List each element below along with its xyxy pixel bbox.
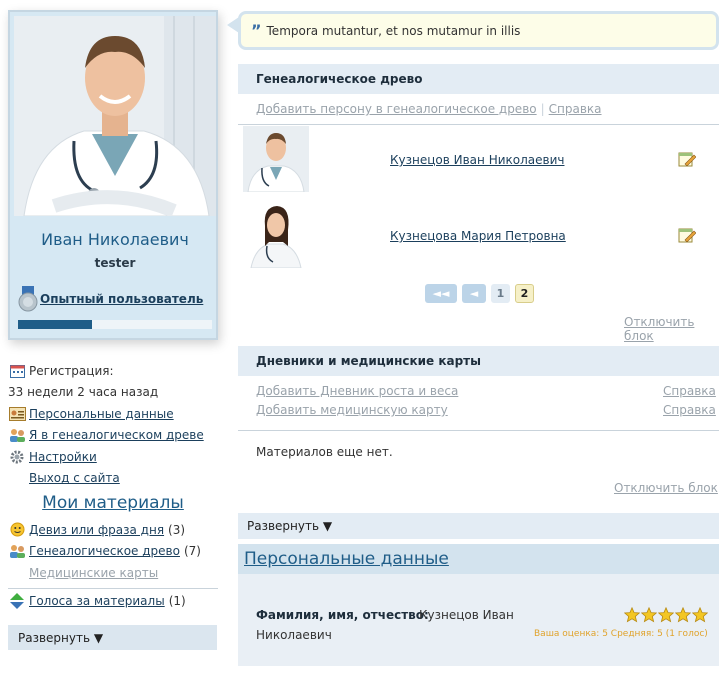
sidebar-item-count: (3) xyxy=(168,522,186,537)
pager-prev-button[interactable]: ◄ xyxy=(462,284,486,303)
quote-mark-icon: ” xyxy=(251,21,262,40)
sidebar-item-settings[interactable]: Настройки xyxy=(8,446,218,468)
add-person-link[interactable]: Добавить персону в генеалогическое древо xyxy=(256,102,537,116)
sidebar-item-label[interactable]: Персональные данные xyxy=(29,407,174,421)
personal-data-panel: Фамилия, имя, отчество: Кузнецов Иван Ни… xyxy=(238,574,719,666)
expand-button-right[interactable]: Развернуть ▼ xyxy=(238,513,719,539)
sidebar-item-label[interactable]: Девиз или фраза дня xyxy=(29,523,164,537)
registration-value: 33 недели 2 часа назад xyxy=(8,385,159,400)
people-icon xyxy=(8,427,26,443)
diaries-help-link-2[interactable]: Справка xyxy=(663,403,716,417)
sidebar-item-label[interactable]: Настройки xyxy=(29,450,97,464)
profile-name: Иван Николаевич xyxy=(41,230,189,249)
disable-block-link[interactable]: Отключить блок xyxy=(624,315,727,343)
sidebar-menu: Регистрация: 33 недели 2 часа назад Перс… xyxy=(8,360,218,612)
person-thumbnail[interactable] xyxy=(243,202,309,268)
sidebar-item-label[interactable]: Генеалогическое древо xyxy=(29,544,180,558)
rank-label[interactable]: Опытный пользователь xyxy=(40,292,203,306)
quote-bubble: ” Tempora mutantur, et nos mutamur in il… xyxy=(238,11,719,50)
add-growth-diary-label[interactable]: Добавить Дневник роста и веса xyxy=(256,384,458,398)
fio-label: Фамилия, имя, отчество: xyxy=(256,608,429,622)
empty-materials-text: Материалов еще нет. xyxy=(256,445,393,459)
edit-icon[interactable] xyxy=(678,226,696,244)
doctor-avatar-image xyxy=(14,16,216,216)
id-card-icon xyxy=(8,406,26,422)
profile-login: tester xyxy=(94,256,136,270)
list-item: Кузнецова Мария Петровна xyxy=(243,202,713,268)
disable-block-link[interactable]: Отключить блок xyxy=(614,481,718,495)
person-name-link[interactable]: Кузнецова Мария Петровна xyxy=(390,229,566,243)
rank-progress-bar xyxy=(18,320,212,329)
pager-first-button[interactable]: ◄◄ xyxy=(425,284,457,303)
sidebar-item-logout[interactable]: Выход с сайта xyxy=(8,468,218,490)
diaries-panel-header: Дневники и медицинские карты xyxy=(238,346,719,376)
profile-photo[interactable] xyxy=(14,16,216,216)
sidebar-item-label[interactable]: Я в генеалогическом древе xyxy=(29,428,204,442)
personal-data-heading[interactable]: Персональные данные xyxy=(238,544,719,574)
sidebar-item-personal-data[interactable]: Персональные данные xyxy=(8,403,218,425)
sidebar-item-tree[interactable]: Генеалогическое древо (7) xyxy=(8,541,218,563)
fio-value-line2: Николаевич xyxy=(256,628,332,642)
divider xyxy=(238,430,719,431)
sidebar-item-motto[interactable]: Девиз или фраза дня (3) xyxy=(8,519,218,541)
medal-icon xyxy=(18,286,38,312)
pager-page-2-current: 2 xyxy=(515,284,534,303)
my-materials-heading[interactable]: Мои материалы xyxy=(8,493,218,513)
star-icon[interactable] xyxy=(641,607,657,623)
profile-card: Иван Николаевич tester Опытный пользоват… xyxy=(8,10,218,340)
registration-label: Регистрация: xyxy=(29,363,114,378)
star-icon[interactable] xyxy=(658,607,674,623)
list-item: Кузнецов Иван Николаевич xyxy=(243,126,713,192)
star-icon[interactable] xyxy=(675,607,691,623)
quote-text: Tempora mutantur, et nos mutamur in illi… xyxy=(266,23,521,38)
add-medcard-link[interactable]: Добавить медицинскую карту xyxy=(256,403,448,417)
diaries-help-link-1[interactable]: Справка xyxy=(663,384,716,398)
sidebar-item-count: (1) xyxy=(168,594,186,609)
add-medcard-label[interactable]: Добавить медицинскую карту xyxy=(256,403,448,417)
registration-value-row: 33 недели 2 часа назад xyxy=(8,382,218,404)
genealogy-links: Добавить персону в генеалогическое древо… xyxy=(256,102,602,116)
gear-icon xyxy=(8,449,26,465)
smiley-icon xyxy=(8,522,26,538)
person-thumbnail[interactable] xyxy=(243,126,309,192)
divider xyxy=(8,587,218,589)
star-icon[interactable] xyxy=(624,607,640,623)
rank[interactable]: Опытный пользователь xyxy=(18,286,203,312)
sidebar-item-votes[interactable]: Голоса за материалы (1) xyxy=(8,591,218,613)
divider xyxy=(238,124,719,125)
vote-arrows-icon xyxy=(8,593,26,610)
sidebar-item-in-tree[interactable]: Я в генеалогическом древе xyxy=(8,425,218,447)
sidebar-item-label[interactable]: Медицинские карты xyxy=(29,566,158,580)
rank-progress-fill xyxy=(18,320,92,329)
rating-text: Ваша оценка: 5 Средняя: 5 (1 голос) xyxy=(534,629,708,639)
pagination: ◄◄ ◄ 1 2 xyxy=(425,284,534,303)
registration-row: Регистрация: xyxy=(8,360,218,382)
link-separator: | xyxy=(540,102,545,116)
genealogy-help-link[interactable]: Справка xyxy=(549,102,602,116)
people-icon xyxy=(8,543,26,559)
genealogy-panel-header: Генеалогическое древо xyxy=(238,64,719,94)
add-growth-diary-link[interactable]: Добавить Дневник роста и веса xyxy=(256,384,458,398)
calendar-icon xyxy=(8,363,26,379)
sidebar-item-label[interactable]: Выход с сайта xyxy=(29,471,120,485)
pager-page-1[interactable]: 1 xyxy=(491,284,510,303)
sidebar-item-medical-cards[interactable]: Медицинские карты xyxy=(8,562,218,584)
star-icon[interactable] xyxy=(692,607,708,623)
sidebar-item-count: (7) xyxy=(183,544,201,559)
person-name-link[interactable]: Кузнецов Иван Николаевич xyxy=(390,153,564,167)
expand-button-left[interactable]: Развернуть ▼ xyxy=(8,625,217,650)
edit-icon[interactable] xyxy=(678,150,696,168)
sidebar-item-label[interactable]: Голоса за материалы xyxy=(29,594,165,608)
rating-stars[interactable] xyxy=(624,607,708,623)
fio-value: Кузнецов Иван xyxy=(419,608,514,622)
